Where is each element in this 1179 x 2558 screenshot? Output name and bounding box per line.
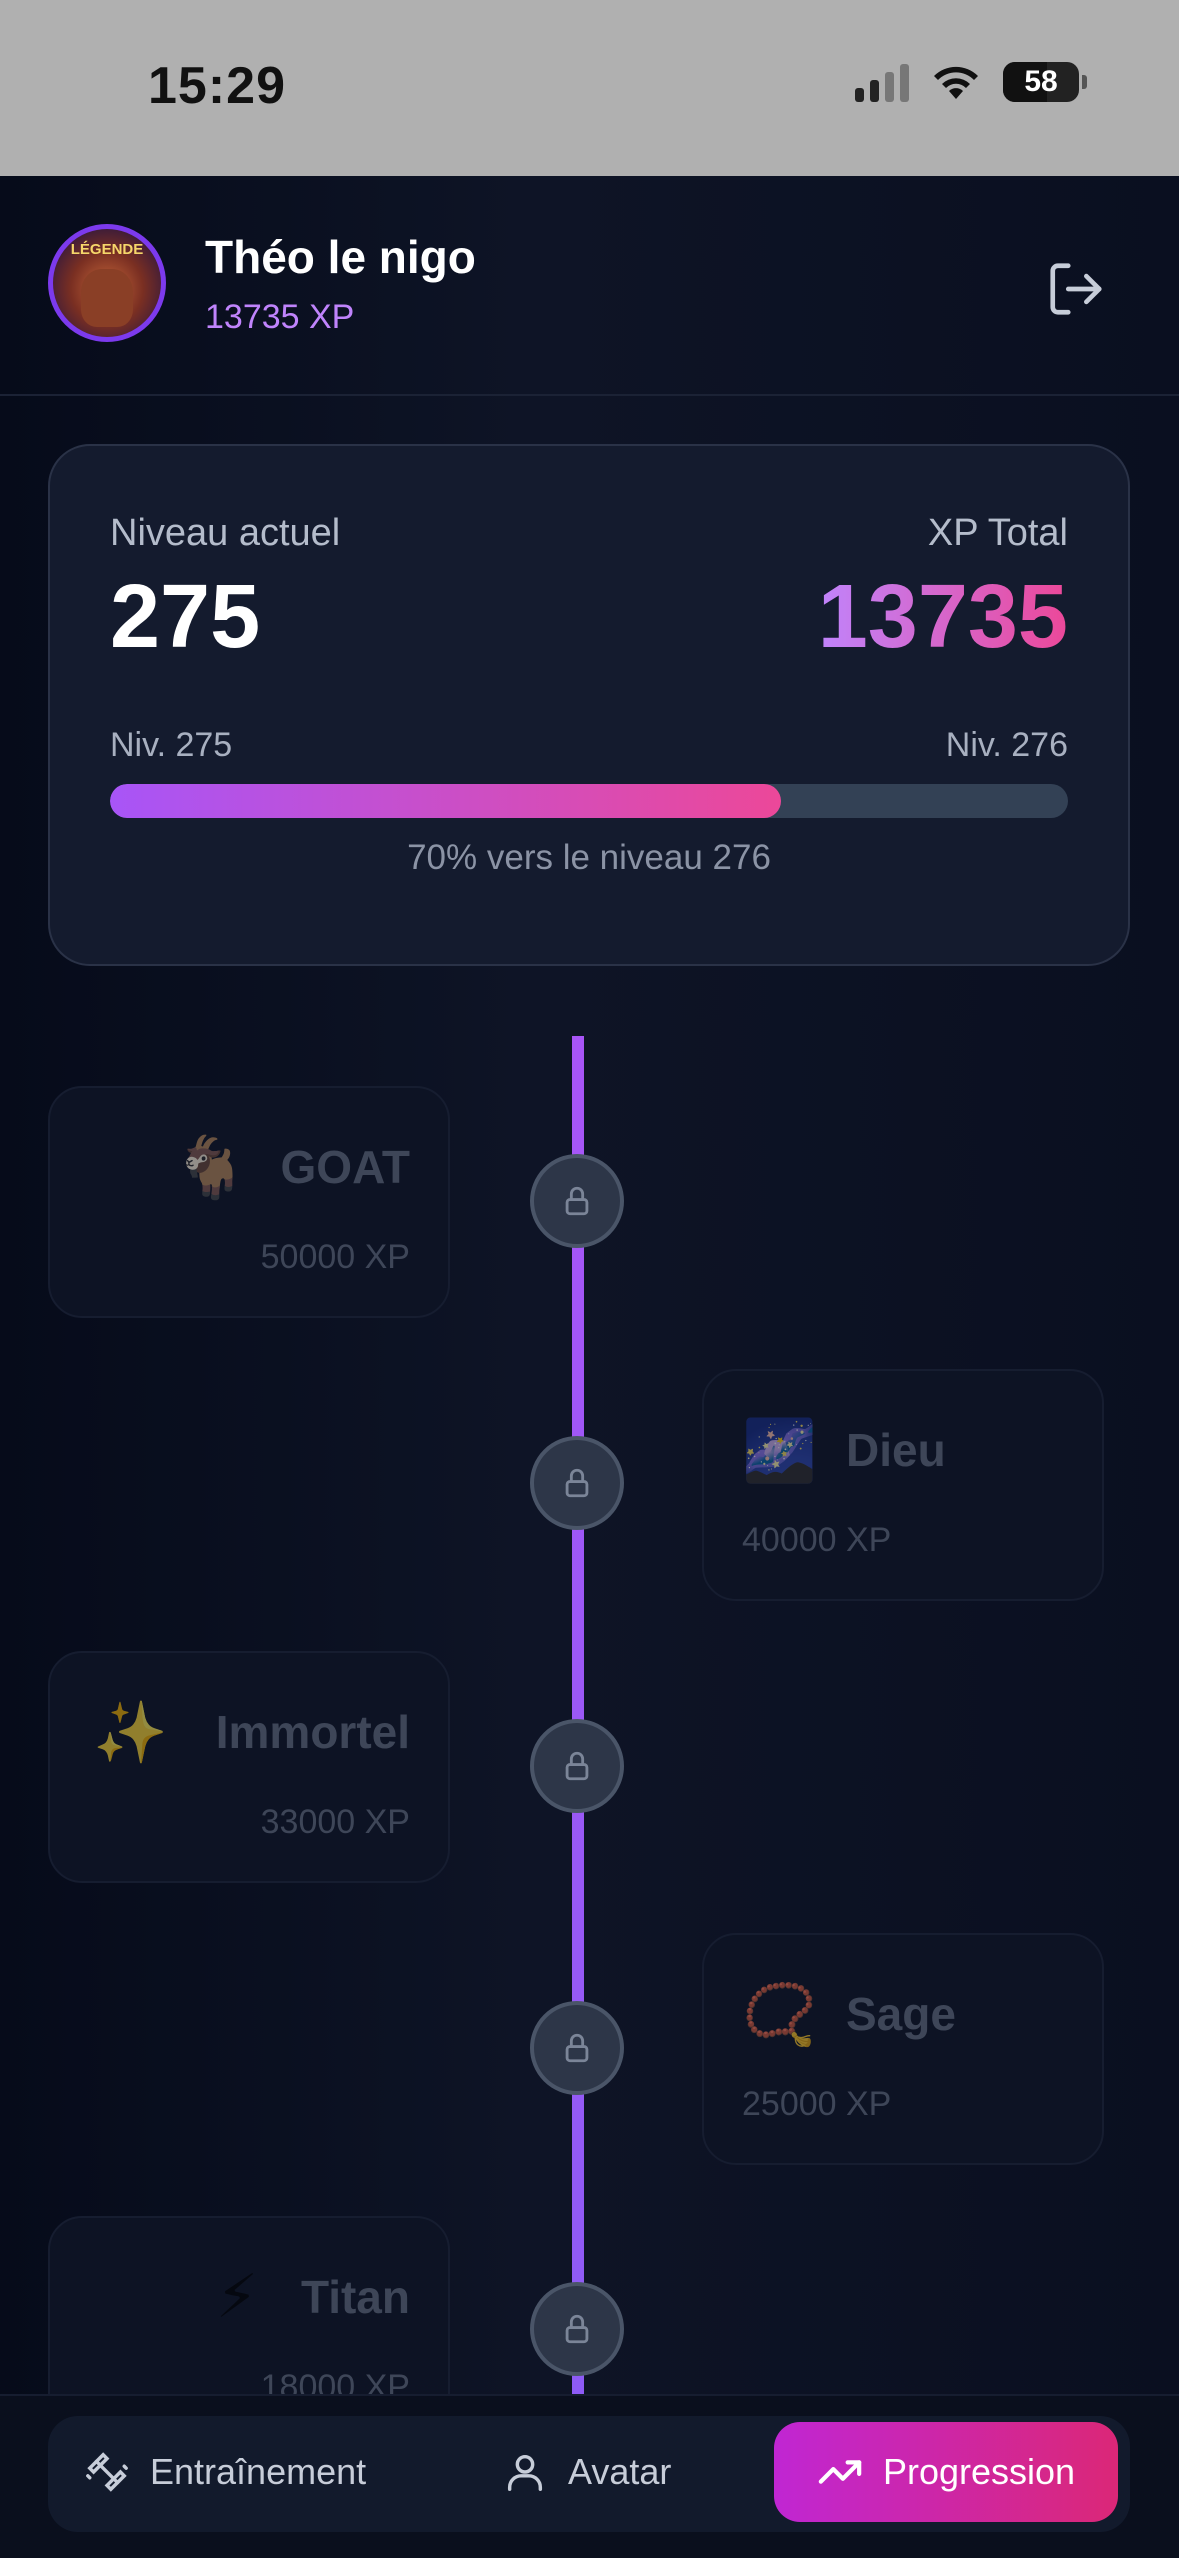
lock-icon [565, 1468, 589, 1498]
nav-item-entrainement[interactable]: Entraînement [84, 2422, 366, 2522]
tier-title: GOAT [280, 1141, 410, 1193]
avatar-badge: LÉGENDE [70, 241, 144, 258]
tier-card-sage[interactable]: 📿 Sage 25000 XP [702, 1933, 1104, 2165]
profile-header: LÉGENDE Théo le nigo 13735 XP [0, 176, 1179, 396]
total-xp-value: 13735 [817, 567, 1068, 667]
progress-text: 70% vers le niveau 276 [407, 838, 771, 877]
nav-item-progression[interactable]: Progression [774, 2422, 1118, 2522]
lock-icon [565, 2033, 589, 2063]
status-icons: 58 [855, 62, 1087, 102]
nav-label: Avatar [568, 2451, 672, 2492]
tier-card-immortel[interactable]: ✨ Immortel 33000 XP [48, 1651, 450, 1883]
nav-label: Progression [882, 2451, 1076, 2492]
tier-title: Dieu [846, 1424, 946, 1476]
level-card: Niveau actuel 275 XP Total 13735 Niv. 27… [48, 444, 1130, 966]
timeline-node-titan [530, 2282, 624, 2376]
nav-label: Entraînement [150, 2451, 367, 2492]
timeline-node-sage [530, 2001, 624, 2095]
nav-item-avatar[interactable]: Avatar [502, 2422, 671, 2522]
lightning-icon: ⚡ [215, 2262, 258, 2332]
avatar[interactable]: LÉGENDE [48, 224, 166, 342]
user-name: Théo le nigo [205, 231, 476, 283]
level-progress-bar [110, 784, 1068, 818]
tier-title: Titan [300, 2271, 410, 2323]
dumbbell-icon [86, 2452, 128, 2492]
timeline-node-goat [530, 1154, 624, 1248]
tier-title: Immortel [215, 1706, 410, 1758]
timeline-node-immortel [530, 1719, 624, 1813]
lock-icon [565, 2314, 589, 2344]
from-level-label: Niv. 275 [110, 726, 233, 764]
trending-up-icon [818, 2460, 862, 2484]
battery-icon: 58 [1003, 62, 1087, 102]
lock-icon [565, 1751, 589, 1781]
status-bar: 15:29 58 [0, 0, 1179, 176]
tier-card-dieu[interactable]: 🌌 Dieu 40000 XP [702, 1369, 1104, 1601]
prayer-beads-icon: 📿 [742, 1980, 817, 2050]
bottom-nav: Entraînement Avatar Progression [0, 2394, 1179, 2558]
status-time: 15:29 [148, 57, 286, 115]
tier-xp: 50000 XP [260, 1238, 410, 1276]
current-level-value: 275 [110, 567, 261, 667]
battery-level: 58 [1024, 65, 1058, 98]
app-screen: LÉGENDE Théo le nigo 13735 XP Niveau act… [0, 176, 1179, 2556]
sparkles-icon: ✨ [93, 1698, 168, 1768]
level-progress-fill [110, 784, 781, 818]
tier-title: Sage [846, 1988, 956, 2040]
avatar-figure [81, 269, 133, 327]
timeline-node-dieu [530, 1436, 624, 1530]
total-xp-label: XP Total [927, 512, 1068, 554]
goat-icon: 🐐 [173, 1133, 248, 1203]
tier-xp: 40000 XP [742, 1521, 892, 1559]
tier-card-goat[interactable]: 🐐 GOAT 50000 XP [48, 1086, 450, 1318]
user-icon [507, 2454, 543, 2491]
user-xp: 13735 XP [205, 298, 355, 336]
lock-icon [565, 1186, 589, 1216]
to-level-label: Niv. 276 [945, 726, 1068, 764]
cellular-signal-icon [855, 62, 909, 102]
tier-xp: 33000 XP [260, 1803, 410, 1841]
current-level-label: Niveau actuel [110, 512, 341, 554]
galaxy-icon: 🌌 [742, 1416, 817, 1486]
logout-icon[interactable] [1045, 258, 1107, 320]
tier-xp: 25000 XP [742, 2085, 892, 2123]
wifi-icon [934, 66, 978, 99]
